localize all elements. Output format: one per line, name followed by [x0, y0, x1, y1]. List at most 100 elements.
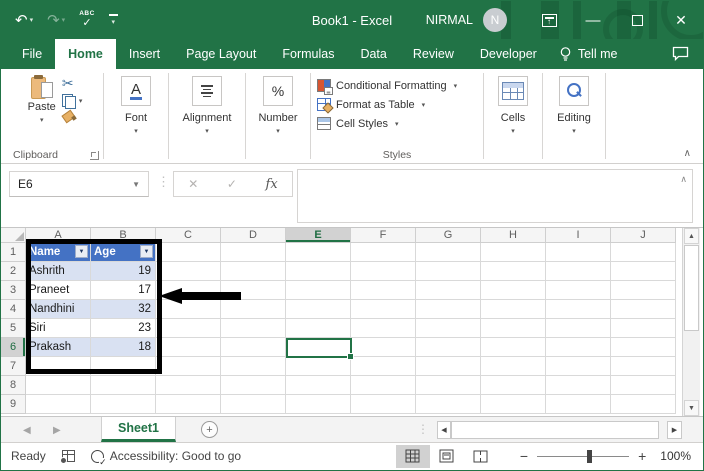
- grid-cell-j3[interactable]: [611, 281, 676, 300]
- format-painter-icon[interactable]: [62, 111, 76, 121]
- grid-cell-i4[interactable]: [546, 300, 611, 319]
- grid-cell-f2[interactable]: [351, 262, 416, 281]
- grid-cell-g2[interactable]: [416, 262, 481, 281]
- grid-cell-h5[interactable]: [481, 319, 546, 338]
- spelling-button[interactable]: ABC ✓: [79, 10, 95, 30]
- row-header-1[interactable]: 1: [1, 243, 26, 262]
- grid-cell-g6[interactable]: [416, 338, 481, 357]
- grid-cell-b6[interactable]: 18: [91, 338, 156, 357]
- grid-cell-e9[interactable]: [286, 395, 351, 414]
- grid-cell-g7[interactable]: [416, 357, 481, 376]
- ribbon-display-options-button[interactable]: [527, 1, 571, 39]
- zoom-level[interactable]: 100%: [660, 449, 691, 463]
- grid-cell-d2[interactable]: [221, 262, 286, 281]
- new-sheet-button[interactable]: +: [201, 421, 218, 438]
- grid-cell-f8[interactable]: [351, 376, 416, 395]
- next-sheet-icon[interactable]: ▶: [53, 417, 61, 443]
- grid-cell-d3[interactable]: [221, 281, 286, 300]
- font-dropdown-chevron[interactable]: ▾: [134, 127, 138, 135]
- redo-button[interactable]: ↷ ▾: [47, 13, 65, 28]
- grid-cell-i5[interactable]: [546, 319, 611, 338]
- ribbon-tab-formulas[interactable]: Formulas: [269, 39, 347, 69]
- undo-button[interactable]: ↶ ▾: [15, 13, 33, 28]
- grid-cell-g9[interactable]: [416, 395, 481, 414]
- cut-icon[interactable]: ✂: [62, 76, 83, 90]
- grid-cell-a2[interactable]: Ashrith: [26, 262, 91, 281]
- grid-cell-c3[interactable]: [156, 281, 221, 300]
- grid-cell-a8[interactable]: [26, 376, 91, 395]
- grid-cell-g3[interactable]: [416, 281, 481, 300]
- grid-cell-i1[interactable]: [546, 243, 611, 262]
- filter-dropdown-icon[interactable]: ▼: [140, 245, 153, 258]
- grid-cell-j4[interactable]: [611, 300, 676, 319]
- grid-cell-c8[interactable]: [156, 376, 221, 395]
- grid-cell-c5[interactable]: [156, 319, 221, 338]
- ribbon-tab-page-layout[interactable]: Page Layout: [173, 39, 269, 69]
- column-header-d[interactable]: D: [221, 228, 286, 243]
- row-header-2[interactable]: 2: [1, 262, 26, 281]
- cells-dropdown-chevron[interactable]: ▾: [511, 127, 515, 135]
- column-header-j[interactable]: J: [611, 228, 676, 243]
- row-header-5[interactable]: 5: [1, 319, 26, 338]
- column-header-b[interactable]: B: [91, 228, 156, 243]
- grid-cell-j2[interactable]: [611, 262, 676, 281]
- paste-button[interactable]: Paste ▾: [28, 73, 56, 124]
- grid-cell-c1[interactable]: [156, 243, 221, 262]
- customize-qat-button[interactable]: ▾: [108, 14, 118, 26]
- grid-cell-j1[interactable]: [611, 243, 676, 262]
- column-header-h[interactable]: H: [481, 228, 546, 243]
- grid-cell-c9[interactable]: [156, 395, 221, 414]
- grid-cell-b9[interactable]: [91, 395, 156, 414]
- ribbon-tab-data[interactable]: Data: [347, 39, 399, 69]
- copy-button[interactable]: ▾: [61, 94, 82, 109]
- grid-cell-b4[interactable]: 32: [91, 300, 156, 319]
- ribbon-tab-home[interactable]: Home: [55, 39, 116, 69]
- alignment-group[interactable]: Alignment ▾: [169, 69, 245, 163]
- select-all-corner[interactable]: [1, 228, 26, 243]
- scroll-down-icon[interactable]: ▼: [684, 400, 699, 416]
- grid-cell-d7[interactable]: [221, 357, 286, 376]
- previous-sheet-icon[interactable]: ◀: [23, 417, 31, 443]
- font-group[interactable]: A Font ▾: [104, 69, 168, 163]
- grid-cell-j5[interactable]: [611, 319, 676, 338]
- expand-formula-bar-icon[interactable]: ∧: [680, 174, 687, 185]
- grid-cell-g4[interactable]: [416, 300, 481, 319]
- name-box[interactable]: E6 ▼: [9, 171, 149, 197]
- formula-bar-splitter[interactable]: ⋮: [157, 174, 170, 190]
- grid-cell-d5[interactable]: [221, 319, 286, 338]
- column-header-i[interactable]: I: [546, 228, 611, 243]
- grid-cell-b5[interactable]: 23: [91, 319, 156, 338]
- zoom-slider-thumb[interactable]: [587, 449, 593, 463]
- grid-cell-e7[interactable]: [286, 357, 351, 376]
- row-header-3[interactable]: 3: [1, 281, 26, 300]
- grid-cell-e3[interactable]: [286, 281, 351, 300]
- grid-cell-g8[interactable]: [416, 376, 481, 395]
- number-group[interactable]: % Number ▾: [246, 69, 310, 163]
- grid-cell-c4[interactable]: [156, 300, 221, 319]
- editing-group[interactable]: Editing ▾: [543, 69, 605, 163]
- grid-cell-b7[interactable]: [91, 357, 156, 376]
- row-header-8[interactable]: 8: [1, 376, 26, 395]
- scroll-up-icon[interactable]: ▲: [684, 228, 699, 244]
- grid-cell-h6[interactable]: [481, 338, 546, 357]
- grid-cell-a5[interactable]: Siri: [26, 319, 91, 338]
- grid-cell-h7[interactable]: [481, 357, 546, 376]
- grid-cell-a9[interactable]: [26, 395, 91, 414]
- grid-cell-i8[interactable]: [546, 376, 611, 395]
- grid-cell-i9[interactable]: [546, 395, 611, 414]
- close-button[interactable]: ✕: [659, 1, 703, 39]
- grid-cell-d8[interactable]: [221, 376, 286, 395]
- cell-styles-button[interactable]: Cell Styles ▾: [317, 114, 398, 133]
- grid-cell-b1[interactable]: Age ▼: [91, 243, 156, 262]
- grid-cell-b2[interactable]: 19: [91, 262, 156, 281]
- grid-cell-i2[interactable]: [546, 262, 611, 281]
- grid-cell-a4[interactable]: Nandhini: [26, 300, 91, 319]
- grid-cell-h4[interactable]: [481, 300, 546, 319]
- confirm-entry-icon[interactable]: ✓: [227, 177, 237, 191]
- format-as-table-button[interactable]: Format as Table ▾: [317, 95, 425, 114]
- ribbon-tab-insert[interactable]: Insert: [116, 39, 173, 69]
- account-name[interactable]: NIRMAL: [426, 13, 473, 27]
- normal-view-button[interactable]: [395, 444, 430, 468]
- page-layout-view-button[interactable]: [430, 445, 464, 468]
- grid-cell-e1[interactable]: [286, 243, 351, 262]
